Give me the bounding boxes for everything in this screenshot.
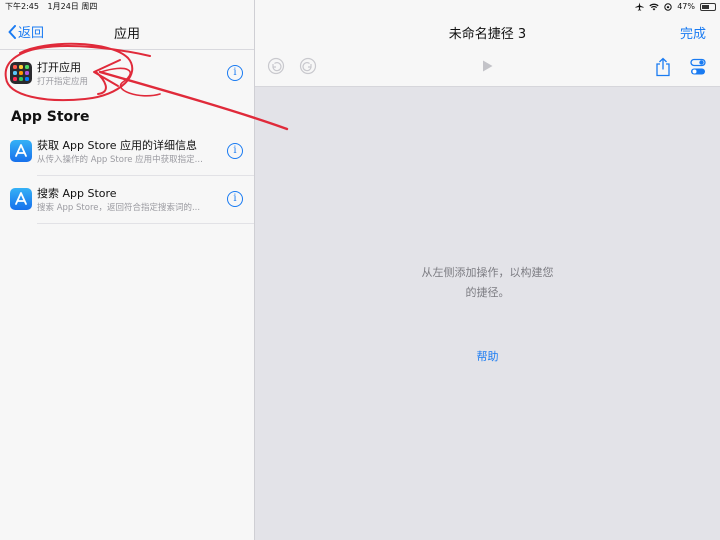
status-right: 47% (635, 0, 716, 13)
redo-icon[interactable] (299, 57, 317, 75)
action-title: 获取 App Store 应用的详细信息 (37, 139, 198, 152)
battery-percent: 47% (677, 2, 695, 11)
action-title: 打开应用 (37, 61, 81, 74)
section-header-app-store: App Store (11, 109, 90, 125)
empty-line-2: 的捷径。 (465, 286, 510, 299)
actions-sidebar: 返回 应用 打开应用 打开指定应用 i App Store 获取 App Sto… (0, 0, 255, 540)
share-icon[interactable] (655, 57, 671, 77)
action-subtitle: 搜索 App Store，返回符合指定搜索词的... (37, 203, 201, 213)
shortcut-title: 未命名捷径 3 (448, 27, 527, 42)
editor-nav-bar: 未命名捷径 3 完成 (255, 0, 720, 87)
status-time: 下午2:45 (5, 2, 39, 11)
info-icon[interactable]: i (227, 65, 243, 81)
action-row-search-app-store[interactable]: 搜索 App Store 搜索 App Store，返回符合指定搜索词的... … (0, 176, 254, 224)
undo-icon[interactable] (267, 57, 285, 75)
status-time-date: 下午2:45 1月24日 周四 (5, 0, 97, 13)
wifi-icon (649, 3, 659, 10)
action-subtitle: 从传入操作的 App Store 应用中获取指定... (37, 155, 203, 165)
airplane-icon (635, 2, 644, 11)
row-divider (37, 223, 254, 224)
status-bar: 下午2:45 1月24日 周四 47% (0, 0, 720, 13)
sidebar-nav-bar: 返回 应用 (0, 13, 254, 50)
action-subtitle: 打开指定应用 (37, 77, 89, 87)
action-row-get-app-details[interactable]: 获取 App Store 应用的详细信息 从传入操作的 App Store 应用… (0, 128, 254, 176)
info-icon[interactable]: i (227, 191, 243, 207)
action-row-open-app[interactable]: 打开应用 打开指定应用 i (0, 50, 254, 98)
shortcut-editor: 未命名捷径 3 完成 从左侧添加操作，以构建您 的捷径。 帮助 (255, 0, 720, 540)
status-date: 1月24日 周四 (47, 2, 98, 11)
app-grid-icon (10, 62, 32, 84)
play-icon[interactable] (480, 59, 494, 73)
app-store-icon (10, 188, 32, 210)
help-link[interactable]: 帮助 (255, 348, 720, 364)
app-store-icon (10, 140, 32, 162)
info-icon[interactable]: i (227, 143, 243, 159)
battery-icon (700, 2, 716, 11)
empty-line-1: 从左侧添加操作，以构建您 (421, 266, 554, 279)
empty-state-message: 从左侧添加操作，以构建您 的捷径。 (255, 263, 720, 303)
settings-toggle-icon[interactable] (689, 57, 707, 77)
action-title: 搜索 App Store (37, 187, 117, 200)
orientation-lock-icon (664, 2, 672, 11)
done-button[interactable]: 完成 (680, 23, 706, 42)
sidebar-title: 应用 (113, 27, 140, 42)
